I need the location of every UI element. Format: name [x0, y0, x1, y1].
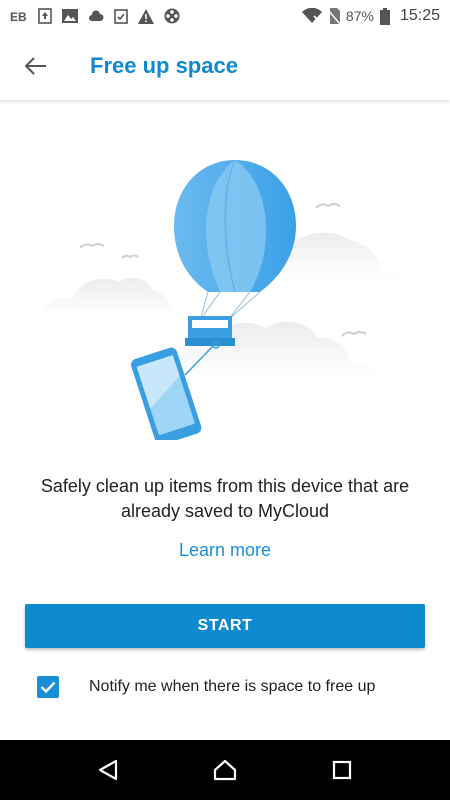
- wifi-icon: [301, 8, 322, 23]
- warning-icon: [138, 8, 154, 24]
- image-icon: [62, 9, 78, 23]
- nav-home-button[interactable]: [195, 740, 255, 800]
- notification-icons: EB: [10, 8, 180, 24]
- description-text: Safely clean up items from this device t…: [40, 476, 410, 521]
- back-button[interactable]: [0, 32, 72, 100]
- notify-label: Notify me when there is space to free up: [89, 678, 376, 695]
- cloud-left: [40, 277, 174, 315]
- home-icon: [213, 759, 237, 781]
- clipboard-check-icon: [114, 9, 128, 24]
- notify-checkbox[interactable]: [37, 676, 59, 698]
- upload-icon: [38, 8, 52, 24]
- learn-more-link[interactable]: Learn more: [0, 540, 450, 561]
- nav-back-button[interactable]: [78, 740, 138, 800]
- no-sim-icon: [327, 8, 340, 24]
- system-nav-bar: [0, 740, 450, 800]
- app-icon: EB: [10, 10, 27, 23]
- svg-text:EB: EB: [10, 10, 27, 23]
- system-status: 87% 15:25: [301, 7, 440, 25]
- checkmark-icon: [40, 681, 56, 693]
- battery-percent: 87%: [345, 8, 374, 24]
- back-icon: [99, 759, 118, 781]
- recents-icon: [332, 760, 351, 780]
- film-reel-icon: [164, 8, 180, 24]
- free-up-space-screen: EB 87% 15:25 Free up space Safely clean …: [0, 0, 450, 800]
- cloud-icon: [89, 10, 104, 21]
- balloon: [174, 159, 296, 346]
- app-bar: Free up space: [0, 32, 450, 100]
- arrow-left-icon: [25, 57, 46, 75]
- page-title: Free up space: [90, 53, 238, 78]
- balloon-illustration: [40, 159, 426, 440]
- notify-option: Notify me when there is space to free up: [37, 676, 375, 698]
- status-bar: EB 87% 15:25: [0, 0, 450, 32]
- clock: 15:25: [399, 7, 440, 24]
- battery-icon: [379, 7, 390, 25]
- nav-recents-button[interactable]: [312, 740, 372, 800]
- start-button[interactable]: START: [25, 604, 425, 648]
